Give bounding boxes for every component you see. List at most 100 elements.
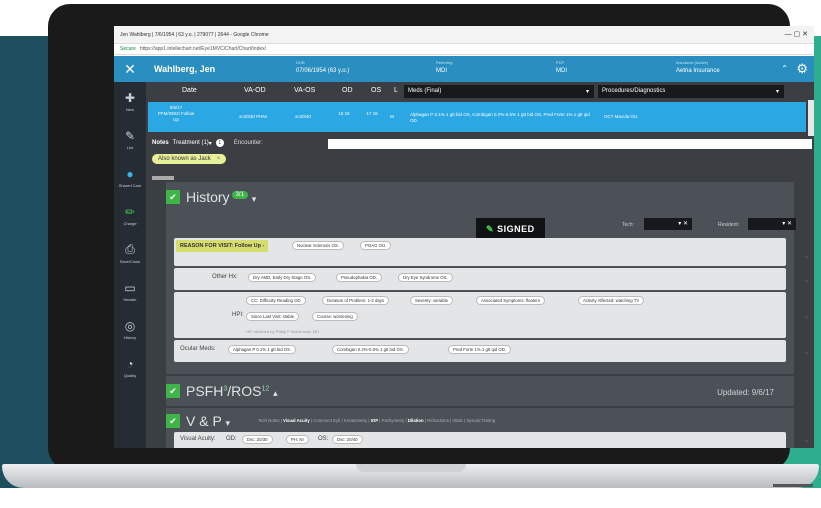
- window-controls[interactable]: — ▢ ✕: [785, 30, 808, 38]
- gear-icon[interactable]: ⚙: [796, 61, 808, 77]
- psfh-updated: Updated: 9/6/17: [717, 388, 774, 397]
- col-date[interactable]: Date: [182, 87, 197, 94]
- tab-special-testing[interactable]: Special Testing: [466, 418, 495, 423]
- check-icon[interactable]: ✔: [166, 414, 180, 428]
- chevron-down-icon[interactable]: ▾: [805, 314, 808, 321]
- tab-title[interactable]: Jen Wahlberg | 7/6/1954 | 63 y.o. | 2790…: [120, 32, 269, 38]
- version-badge[interactable]: 3/1: [231, 191, 248, 200]
- treatment-dropdown[interactable]: Treatment (1): [173, 140, 209, 146]
- psfh-title[interactable]: PSFH3/ROS12 ▴: [186, 383, 278, 399]
- check-icon[interactable]: ✔: [166, 384, 180, 398]
- url-text[interactable]: https://app1.intellechart.net/Eye1MVC/Ch…: [140, 46, 266, 52]
- pcp-value: MDI: [556, 68, 567, 74]
- notes-label: Notes: [152, 140, 169, 146]
- ocular-meds-pill[interactable]: Alphagan P 0.1% 1 gtt bid OS.: [228, 345, 297, 354]
- col-od[interactable]: OD: [342, 87, 353, 94]
- history-title[interactable]: History 3/1 ▾: [186, 189, 256, 205]
- close-icon[interactable]: ×: [217, 156, 221, 162]
- chevron-down-icon[interactable]: ▾: [805, 438, 808, 445]
- encounter-input[interactable]: [328, 139, 812, 149]
- tech-label: Tech:: [622, 222, 634, 228]
- hpi-pill[interactable]: Duration of Problem: 1-2 days: [322, 296, 390, 305]
- other-hx-pill[interactable]: Dry AMD, Early Dry Stage OS.: [248, 273, 317, 282]
- vp-tabs: Tech Notes | Visual Acuity | Comment Eyk…: [258, 418, 496, 423]
- cell-procedures: OCT Macula OU.: [604, 114, 639, 119]
- notes-count-badge[interactable]: 1: [215, 139, 224, 147]
- va-os-pill[interactable]: Dsc: 20/40: [332, 435, 363, 444]
- table-row[interactable]: 9/6/17 PFM/2802/ Follow Up sc20/30 PHNI s…: [148, 102, 806, 132]
- tab-comment-eyk[interactable]: Comment Eyk: [313, 418, 340, 423]
- patient-name[interactable]: Wahlberg, Jen: [154, 64, 215, 74]
- rfv-pill[interactable]: POAG OU.: [360, 241, 392, 250]
- sidebar-item-list[interactable]: ✎ List: [114, 120, 146, 158]
- va-ph-pill[interactable]: PH: NI: [286, 435, 309, 444]
- panel-resize-handle[interactable]: [152, 176, 174, 180]
- tech-select[interactable]: ▾ ✕: [644, 218, 692, 230]
- tab-keratometry[interactable]: Keratometry: [344, 418, 367, 423]
- history-header: ✔ History 3/1 ▾: [166, 186, 256, 208]
- col-va-od[interactable]: VA-OD: [244, 87, 266, 94]
- chevron-up-icon[interactable]: ⌃: [781, 64, 788, 73]
- notes-bar: Notes Treatment (1) ▾ 1 Encounter:: [146, 136, 814, 150]
- col-l[interactable]: L: [394, 87, 398, 94]
- other-hx-pill[interactable]: Pseudophakia OD.: [336, 273, 383, 282]
- aka-tag[interactable]: Also known as Jack ×: [152, 154, 227, 164]
- col-os[interactable]: OS: [371, 87, 381, 94]
- chevron-down-icon[interactable]: ▾: [805, 254, 808, 261]
- laptop-bezel: Jen Wahlberg | 7/6/1954 | 63 y.o. | 2790…: [48, 4, 814, 470]
- meds-dropdown[interactable]: Meds (Final) ▾: [404, 85, 594, 98]
- laptop-indicator: [773, 484, 813, 487]
- other-hx-pill[interactable]: Dry Eye Syndrome OS.: [398, 273, 453, 282]
- chevron-down-icon[interactable]: ▾: [805, 350, 808, 357]
- chevron-down-icon[interactable]: ▾: [805, 278, 808, 285]
- ocular-meds-pill[interactable]: Combigan 0.2%-0.5% 1 gtt bid OS.: [332, 345, 409, 354]
- od-label: OD:: [226, 436, 237, 442]
- sidebar-item-shared-care[interactable]: ● Shared Care: [114, 158, 146, 196]
- sidebar-item-new[interactable]: ✚ New: [114, 82, 146, 120]
- resident-select[interactable]: ▾ ✕: [748, 218, 796, 230]
- hpi-pill[interactable]: Activity Affected: watching TV: [578, 296, 645, 305]
- hpi-pill[interactable]: Since Last Visit: stable: [246, 312, 300, 321]
- tab-vitals[interactable]: Vitals: [452, 418, 462, 423]
- cell-va-os: sc20/40: [295, 114, 311, 119]
- cell-os: 17 18: [366, 111, 378, 116]
- hpi-pill[interactable]: Associated Symptoms: floaters: [476, 296, 545, 305]
- pencil-icon: ✎: [486, 224, 495, 234]
- chevron-down-icon[interactable]: ▾: [209, 140, 212, 147]
- tab-visual-acuity[interactable]: Visual Acuity: [283, 418, 310, 423]
- ocular-meds-pill[interactable]: Pred Forte 1% 1 gtt qid OD.: [448, 345, 512, 354]
- hpi-pill[interactable]: CC: Difficulty Reading OD: [246, 296, 306, 305]
- vp-title[interactable]: V & P ▾: [186, 413, 230, 429]
- people-icon: ●: [126, 166, 134, 181]
- ocular-meds-label: Ocular Meds:: [180, 346, 216, 352]
- cell-date: 9/6/17 PFM/2802/ Follow Up: [157, 105, 195, 122]
- address-bar[interactable]: Secure https://app1.intellechart.net/Eye…: [114, 44, 814, 55]
- col-va-os[interactable]: VA-OS: [294, 87, 315, 94]
- laptop-notch: [356, 464, 466, 472]
- check-icon[interactable]: ✔: [166, 190, 180, 204]
- rfv-pill[interactable]: Nuclear Sclerosis OS.: [292, 241, 345, 250]
- tab-dilation[interactable]: Dilation: [408, 418, 424, 423]
- intellechart-app: ✕ ✚ New ✎ List ● Shared Care ✏ Charge ⎙ Save/…: [114, 56, 814, 448]
- tab-pachymetry[interactable]: Pachymetry: [382, 418, 405, 423]
- browser-title-bar: Jen Wahlberg | 7/6/1954 | 63 y.o. | 2790…: [114, 26, 814, 44]
- sidebar-item-save-close[interactable]: ⎙ Save/Close: [114, 234, 146, 272]
- tab-tech-notes[interactable]: Tech Notes: [258, 418, 280, 423]
- va-od-pill[interactable]: Dsc: 20/30: [242, 435, 273, 444]
- procedures-dropdown[interactable]: Procedures/Diagnostics ▾: [598, 85, 784, 98]
- sidebar-item-header[interactable]: ▭ Header: [114, 272, 146, 310]
- hpi-pill[interactable]: Course: worsening: [312, 312, 358, 321]
- printer-icon: ⎙: [125, 242, 135, 256]
- plus-icon: ✚: [124, 90, 136, 105]
- sidebar-item-quality[interactable]: ◔ Quality: [114, 348, 146, 386]
- grid-scrollbar[interactable]: [808, 100, 814, 136]
- hpi-pill[interactable]: Severity: variable: [410, 296, 453, 305]
- monitor-icon: ▭: [124, 280, 136, 295]
- tab-refractions[interactable]: Refractions: [427, 418, 449, 423]
- sidebar-item-charge[interactable]: ✏ Charge: [114, 196, 146, 234]
- sidebar-item-history[interactable]: ◎ History: [114, 310, 146, 348]
- chart-main: Date VA-OD VA-OS OD OS L Meds (Final) ▾ P…: [146, 82, 814, 448]
- tab-iop[interactable]: IOP: [371, 418, 378, 423]
- app-logo-icon[interactable]: ✕: [114, 56, 146, 82]
- hpi-label: HPI:: [232, 312, 244, 318]
